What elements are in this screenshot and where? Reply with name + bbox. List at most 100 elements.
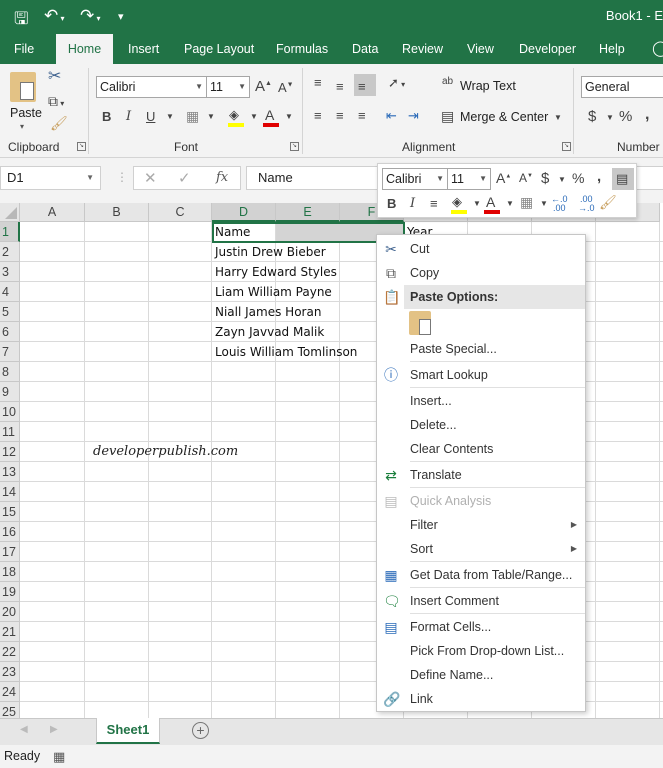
font-launcher-icon[interactable]: ↘ (290, 142, 299, 151)
chevron-down-icon[interactable]: ▼ (86, 167, 94, 189)
tab-developer[interactable]: Developer (513, 34, 582, 64)
row-header-16[interactable]: 16 (0, 522, 20, 542)
column-header-b[interactable]: B (85, 203, 149, 222)
merge-center-icon[interactable]: ▤ (441, 109, 454, 123)
borders-dropdown-icon[interactable]: ▼ (540, 200, 548, 208)
increase-font-icon[interactable]: A▲ (496, 171, 511, 185)
underline-dropdown-icon[interactable]: ▼ (166, 113, 174, 121)
column-header-c[interactable]: C (149, 203, 212, 222)
mini-center-icon[interactable]: ≡ (430, 197, 438, 210)
enter-icon[interactable]: ✓ (178, 169, 191, 187)
redo-icon[interactable]: ↷ ▾ (80, 6, 101, 26)
drag-handle-icon[interactable]: ⋮ (116, 170, 128, 184)
undo-icon[interactable]: ↶ ▾ (44, 6, 65, 26)
row-header-19[interactable]: 19 (0, 582, 20, 602)
cell-d3[interactable]: Harry Edward Styles (212, 262, 337, 282)
tab-insert[interactable]: Insert (122, 34, 165, 64)
row-header-5[interactable]: 5 (0, 302, 20, 322)
row-header-8[interactable]: 8 (0, 362, 20, 382)
paste-option-keep-formatting-button[interactable] (409, 311, 431, 335)
tab-review[interactable]: Review (396, 34, 449, 64)
insert-function-icon[interactable]: fx (216, 170, 228, 185)
row-header-14[interactable]: 14 (0, 482, 20, 502)
menu-item-link[interactable]: 🔗 Link (377, 687, 585, 711)
tab-home[interactable]: Home (56, 34, 113, 64)
tab-help[interactable]: Help (593, 34, 631, 64)
wrap-text-button[interactable]: Wrap Text (460, 79, 516, 93)
row-header-9[interactable]: 9 (0, 382, 20, 402)
cell-d4[interactable]: Liam William Payne (212, 282, 332, 302)
select-all-button[interactable] (0, 203, 20, 222)
font-color-icon[interactable]: A (265, 108, 274, 122)
merge-center-button[interactable]: Merge & Center (460, 110, 548, 124)
menu-item-insert[interactable]: Insert... (377, 389, 585, 413)
add-sheet-icon[interactable]: + (192, 722, 209, 739)
row-header-10[interactable]: 10 (0, 402, 20, 422)
number-format-combo[interactable]: General (581, 76, 663, 98)
column-header-d[interactable]: D (212, 203, 276, 222)
align-center-icon[interactable]: ≡ (336, 109, 344, 122)
mini-percent-button[interactable]: % (572, 171, 584, 185)
wrap-text-icon[interactable]: ab (442, 77, 453, 87)
macro-recording-icon[interactable]: ▦ (53, 745, 65, 768)
row-header-22[interactable]: 22 (0, 642, 20, 662)
cell-d6[interactable]: Zayn Javvad Malik (212, 322, 324, 342)
menu-item-insert-comment[interactable]: 🗨 Insert Comment (377, 589, 585, 613)
cell-d2[interactable]: Justin Drew Bieber (212, 242, 326, 262)
decrease-indent-icon[interactable]: ⇤ (386, 109, 397, 122)
row-header-13[interactable]: 13 (0, 462, 20, 482)
menu-item-pick-from-drop-down-list[interactable]: Pick From Drop-down List... (377, 639, 585, 663)
row-header-15[interactable]: 15 (0, 502, 20, 522)
mini-italic-button[interactable]: I (410, 197, 415, 210)
row-header-12[interactable]: 12 (0, 442, 20, 462)
row-header-20[interactable]: 20 (0, 602, 20, 622)
menu-item-define-name[interactable]: Define Name... (377, 663, 585, 687)
mini-currency-button[interactable]: $ (541, 171, 549, 186)
decrease-font-icon[interactable]: A▼ (519, 172, 533, 184)
paste-icon[interactable] (10, 72, 36, 102)
save-icon[interactable]: 🖫 (14, 6, 28, 35)
scroll-right-icon[interactable]: ▶ (50, 724, 58, 735)
menu-item-quick-analysis[interactable]: ▤ Quick Analysis (377, 489, 585, 513)
column-header-e[interactable]: E (276, 203, 340, 222)
alignment-launcher-icon[interactable]: ↘ (562, 142, 571, 151)
paste-button[interactable]: Paste (10, 106, 42, 120)
align-right-icon[interactable]: ≡ (358, 109, 366, 122)
top-align-icon[interactable]: ≡ (314, 76, 322, 89)
mini-font-size-combo[interactable]: 11 ▼ (447, 168, 491, 190)
fill-color-dropdown-icon[interactable]: ▼ (250, 113, 258, 121)
bottom-align-button[interactable]: ≡ (354, 74, 376, 96)
tab-formulas[interactable]: Formulas (270, 34, 334, 64)
font-name-combo[interactable]: Calibri ▼ (96, 76, 207, 98)
mini-comma-button[interactable]: , (597, 169, 601, 184)
mini-bold-button[interactable]: B (387, 197, 396, 210)
lightbulb-icon[interactable]: ◯ (646, 34, 663, 64)
menu-item-copy[interactable]: ⧉ Copy (377, 261, 585, 285)
clipboard-launcher-icon[interactable]: ↘ (77, 142, 86, 151)
menu-item-filter[interactable]: Filter ▶ (377, 513, 585, 537)
mini-merge-center-button[interactable]: ▤ (612, 168, 634, 190)
increase-font-icon[interactable]: A▲ (255, 79, 272, 94)
row-header-11[interactable]: 11 (0, 422, 20, 442)
underline-button[interactable]: U (146, 110, 155, 123)
menu-item-translate[interactable]: ⇄ Translate (377, 463, 585, 487)
scroll-left-icon[interactable]: ◀ (20, 724, 28, 735)
menu-item-cut[interactable]: ✂ Cut (377, 237, 585, 261)
middle-align-icon[interactable]: ≡ (336, 80, 344, 93)
name-box[interactable]: D1 ▼ (0, 166, 101, 190)
row-header-24[interactable]: 24 (0, 682, 20, 702)
bold-button[interactable]: B (102, 110, 111, 123)
menu-item-get-data-from-table-range[interactable]: ▦ Get Data from Table/Range... (377, 563, 585, 587)
borders-dropdown-icon[interactable]: ▼ (207, 113, 215, 121)
fill-color-dropdown-icon[interactable]: ▼ (473, 200, 481, 208)
borders-icon[interactable]: ▦ (520, 195, 533, 209)
comma-button[interactable]: , (645, 107, 649, 123)
customize-quick-access-icon[interactable]: ▾ (118, 10, 124, 23)
menu-item-delete[interactable]: Delete... (377, 413, 585, 437)
menu-item-sort[interactable]: Sort ▶ (377, 537, 585, 561)
row-header-1[interactable]: 1 (0, 222, 20, 242)
fill-color-icon[interactable]: ◈ (229, 108, 239, 121)
tab-file[interactable]: File (8, 34, 40, 64)
row-header-17[interactable]: 17 (0, 542, 20, 562)
borders-icon[interactable]: ▦ (186, 109, 199, 123)
